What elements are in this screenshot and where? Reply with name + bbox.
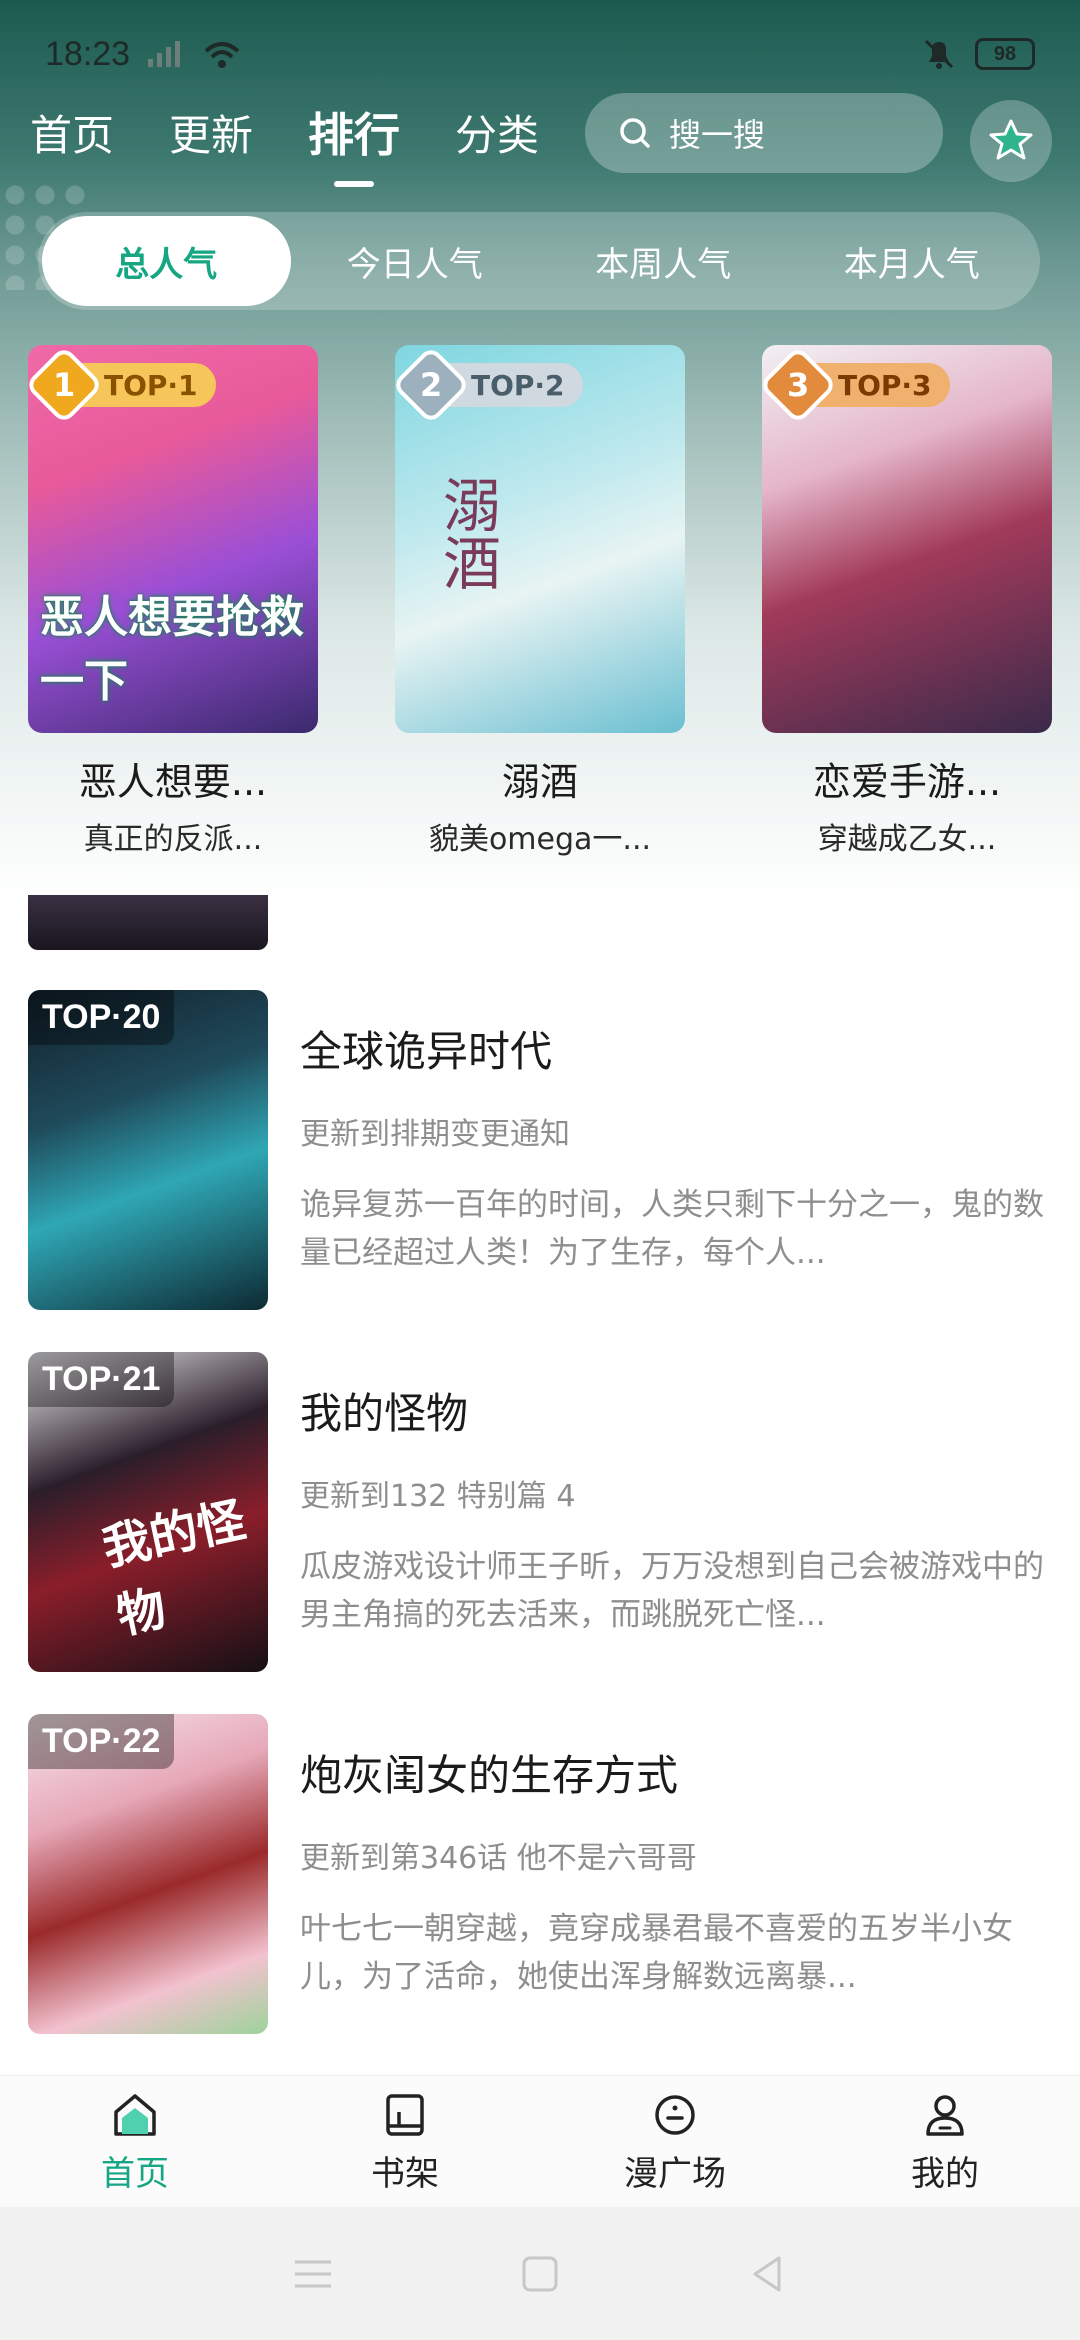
cover-title-art: 溺酒 — [433, 475, 501, 591]
bottom-tab-home[interactable]: 首页 — [0, 2076, 270, 2207]
comic-summary: 叶七七一朝穿越，竟穿成暴君最不喜爱的五岁半小女儿，为了活命，她使出浑身解数远离暴… — [300, 1911, 1013, 1995]
mute-bell-icon — [924, 39, 954, 69]
rank-tag: TOP·20 — [28, 990, 175, 1045]
comic-desc: 穿越成乙女... — [817, 822, 997, 857]
comic-title: 全球诡异时代 — [300, 1027, 553, 1076]
cover-title-art: 我的怪物 — [97, 1491, 251, 1646]
comic-desc: 真正的反派... — [83, 822, 263, 857]
update-status: 更新到排期变更通知 — [300, 1117, 570, 1152]
list-item[interactable]: TOP·21 我的怪物 我的怪物 更新到132 特别篇 4 瓜皮游戏设计师王子昕… — [28, 1352, 1052, 1672]
rank-badge: 2 TOP·2 — [395, 345, 583, 425]
update-status: 更新到第346话 他不是六哥哥 — [300, 1841, 697, 1876]
profile-icon — [926, 2095, 964, 2136]
favorite-button[interactable] — [970, 100, 1052, 182]
comic-cover[interactable]: TOP·21 我的怪物 — [28, 1352, 268, 1672]
comic-title: 恋爱手游... — [812, 760, 1002, 804]
search-icon — [620, 118, 650, 148]
bottom-tab-profile[interactable]: 我的 — [810, 2076, 1080, 2207]
rank-badge: 3 TOP·3 — [762, 345, 950, 425]
bottom-tab-bar: 首页 书架 漫广场 我的 — [0, 2075, 1080, 2207]
home-square-icon[interactable] — [518, 2252, 562, 2296]
comic-summary: 诡异复苏一百年的时间，人类只剩下十分之一，鬼的数量已经超过人类！为了生存，每个人… — [300, 1187, 1044, 1271]
signal-icon — [148, 41, 181, 67]
comic-cover[interactable]: 1 TOP·1 恶人想要抢救一下 — [28, 345, 318, 733]
tab-update[interactable]: 更新 — [169, 102, 253, 163]
tab-home[interactable]: 首页 — [30, 102, 114, 163]
search-bar[interactable]: 搜一搜 — [585, 93, 943, 173]
list-item-partial-cover[interactable] — [28, 895, 268, 950]
comic-cover[interactable]: TOP·22 — [28, 1714, 268, 2034]
update-status: 更新到132 特别篇 4 — [300, 1479, 576, 1514]
bottom-tab-bookshelf[interactable]: 书架 — [270, 2076, 540, 2207]
battery-icon: 98 — [975, 38, 1035, 70]
segment-total[interactable]: 总人气 — [42, 216, 291, 306]
list-item[interactable]: TOP·20 全球诡异时代 更新到排期变更通知 诡异复苏一百年的时间，人类只剩下… — [28, 990, 1052, 1310]
search-placeholder: 搜一搜 — [669, 116, 766, 154]
wifi-icon — [204, 42, 240, 68]
comic-cover[interactable]: 2 TOP·2 溺酒 — [395, 345, 685, 733]
rank-tag: TOP·21 — [28, 1352, 175, 1407]
square-icon — [655, 2095, 695, 2135]
top3-card-3[interactable]: 3 TOP·3 恋爱手游... 穿越成乙女... — [762, 345, 1052, 858]
bookshelf-icon — [386, 2094, 424, 2136]
top3-podium: 1 TOP·1 恶人想要抢救一下 恶人想要... 真正的反派... 2 TOP·… — [28, 345, 1052, 858]
comic-title: 炮灰闺女的生存方式 — [300, 1751, 679, 1800]
rank-tag: TOP·22 — [28, 1714, 175, 1769]
bottom-tab-square[interactable]: 漫广场 — [540, 2076, 810, 2207]
status-time: 18:23 — [45, 34, 131, 73]
comic-desc: 貌美omega一... — [428, 822, 652, 857]
list-item[interactable]: TOP·22 炮灰闺女的生存方式 更新到第346话 他不是六哥哥 叶七七一朝穿越… — [28, 1714, 1052, 2034]
rank-badge: 1 TOP·1 — [28, 345, 216, 425]
tab-ranking[interactable]: 排行 — [308, 99, 400, 187]
system-nav-bar — [0, 2207, 1080, 2340]
cover-title-art: 恶人想要抢救一下 — [40, 592, 304, 707]
segment-today[interactable]: 今日人气 — [291, 216, 540, 306]
comic-cover[interactable]: TOP·20 — [28, 990, 268, 1310]
segment-week[interactable]: 本周人气 — [539, 216, 788, 306]
ranking-segment: 总人气 今日人气 本周人气 本月人气 — [38, 212, 1040, 310]
comic-title: 我的怪物 — [300, 1389, 469, 1438]
top3-card-2[interactable]: 2 TOP·2 溺酒 溺酒 貌美omega一... — [395, 345, 685, 858]
status-bar: 18:23 98 — [45, 30, 1035, 78]
comic-title: 恶人想要... — [78, 760, 268, 804]
back-icon[interactable] — [745, 2252, 789, 2296]
segment-month[interactable]: 本月人气 — [788, 216, 1037, 306]
comic-summary: 瓜皮游戏设计师王子昕，万万没想到自己会被游戏中的男主角搞的死去活来，而跳脱死亡怪… — [300, 1549, 1044, 1633]
comic-cover[interactable]: 3 TOP·3 — [762, 345, 1052, 733]
tab-category[interactable]: 分类 — [455, 102, 539, 163]
home-icon — [114, 2094, 156, 2136]
top3-card-1[interactable]: 1 TOP·1 恶人想要抢救一下 恶人想要... 真正的反派... — [28, 345, 318, 858]
comic-title: 溺酒 — [501, 760, 578, 804]
star-icon — [989, 119, 1033, 160]
menu-icon[interactable] — [291, 2254, 335, 2294]
top-nav: 首页 更新 排行 分类 — [30, 92, 539, 187]
